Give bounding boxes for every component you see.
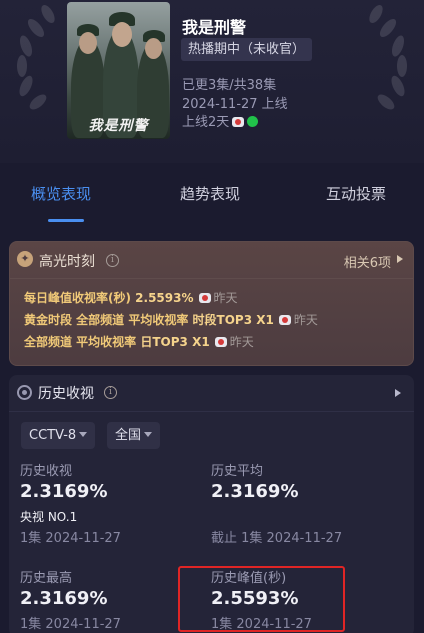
poster-title-text: 我是刑警	[88, 118, 149, 134]
highlight-label: 全部频道 平均收视率	[24, 335, 137, 349]
highlight-item[interactable]: 黄金时段 全部频道 平均收视率 时段TOP3 X1 昨天	[24, 311, 318, 328]
show-header: 我是刑警 我是刑警 热播期中（未收官） 已更3集/共38集 2024-11-27…	[0, 0, 424, 163]
airing-status-badge: 热播期中（未收官）	[181, 38, 313, 61]
highlights-header[interactable]: ✦ 高光时刻 i 相关6项	[10, 242, 413, 278]
cctv-channel-icon	[214, 337, 227, 347]
channel-select-value: CCTV-8	[29, 428, 77, 443]
online-days-text: 上线2天	[182, 115, 230, 130]
cctv-channel-icon	[198, 293, 211, 303]
chevron-right-icon[interactable]	[395, 389, 401, 397]
iqiyi-platform-icon	[247, 116, 259, 127]
tab-trends[interactable]: 趋势表现	[180, 183, 240, 204]
highlights-card: ✦ 高光时刻 i 相关6项 每日峰值收视率(秒) 2.5593% 昨天 黄金时段 …	[9, 241, 414, 366]
stat-value: 2.3169%	[20, 481, 108, 502]
chevron-down-icon	[144, 432, 153, 437]
stat-label: 历史平均	[211, 464, 264, 479]
episode-count: 已更3集/共38集	[182, 78, 277, 93]
history-title: 历史收视	[38, 386, 94, 402]
active-tab-indicator	[48, 219, 84, 222]
stat-note: 截止 1集 2024-11-27	[211, 531, 343, 546]
divider	[10, 278, 413, 279]
highlight-item[interactable]: 每日峰值收视率(秒) 2.5593% 昨天	[24, 289, 238, 306]
stat-label: 历史收视	[20, 464, 73, 479]
premiere-date: 2024-11-27 上线	[182, 97, 288, 112]
highlight-value: 时段TOP3 X1	[192, 313, 274, 327]
region-select[interactable]: 全国	[107, 422, 161, 449]
stat-value: 2.3169%	[211, 481, 299, 502]
stat-note: 1集 2024-11-27	[20, 531, 121, 546]
laurel-left-icon	[17, 4, 55, 110]
divider	[9, 411, 414, 412]
stat-value: 2.3169%	[20, 588, 108, 609]
highlight-value: 日TOP3 X1	[140, 335, 210, 349]
chevron-down-icon	[79, 432, 88, 437]
tab-bar: 概览表现 趋势表现 互动投票	[0, 163, 424, 233]
info-icon[interactable]: i	[104, 386, 117, 399]
tab-voting[interactable]: 互动投票	[326, 183, 386, 204]
region-select-value: 全国	[115, 428, 142, 443]
highlight-time: 昨天	[213, 291, 238, 305]
highlights-title: 高光时刻	[39, 254, 95, 270]
history-target-icon	[17, 385, 32, 400]
show-poster[interactable]: 我是刑警	[67, 2, 170, 139]
highlight-time: 昨天	[293, 313, 318, 327]
online-days: 上线2天	[182, 111, 259, 130]
annotation-highlight-box	[178, 566, 345, 632]
tab-overview[interactable]: 概览表现	[31, 183, 91, 204]
channel-select[interactable]: CCTV-8	[21, 422, 96, 449]
stat-label: 历史最高	[20, 571, 73, 586]
highlight-label: 黄金时段 全部频道 平均收视率	[24, 313, 189, 327]
highlight-item[interactable]: 全部频道 平均收视率 日TOP3 X1 昨天	[24, 333, 254, 350]
highlight-medal-icon: ✦	[17, 251, 33, 267]
stat-rank: 央视 NO.1	[20, 510, 78, 524]
highlight-time: 昨天	[229, 335, 254, 349]
highlight-label: 每日峰值收视率(秒)	[24, 291, 131, 305]
highlights-related-link[interactable]: 相关6项	[344, 252, 391, 271]
show-title: 我是刑警	[182, 18, 247, 37]
cctv-channel-icon	[278, 315, 291, 325]
cctv-channel-icon	[232, 116, 245, 127]
info-icon[interactable]: i	[106, 254, 119, 267]
highlight-value: 2.5593%	[135, 291, 194, 305]
laurel-right-icon	[369, 4, 407, 110]
chevron-right-icon[interactable]	[397, 255, 403, 263]
stat-note: 1集 2024-11-27	[20, 617, 121, 632]
